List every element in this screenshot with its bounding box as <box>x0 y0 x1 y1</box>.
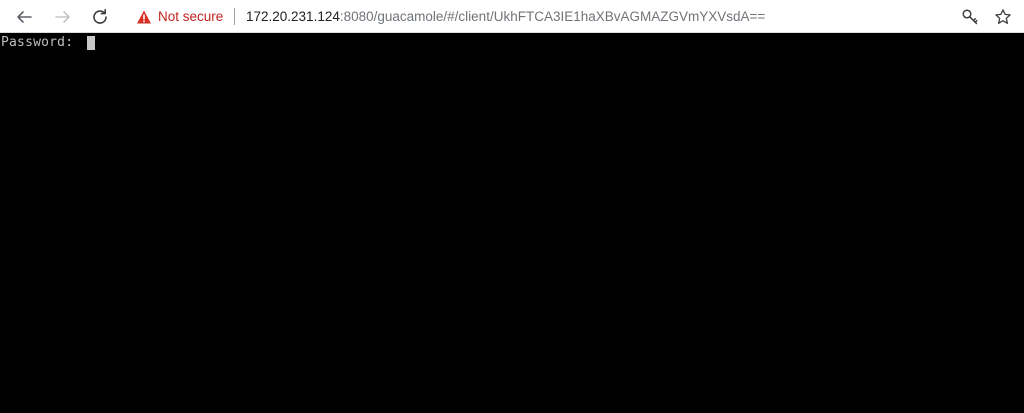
url-path: :8080/guacamole/#/client/UkhFTCA3IE1haXB… <box>339 9 766 24</box>
warning-triangle-icon[interactable] <box>136 9 152 25</box>
password-prompt: Password: <box>1 35 82 50</box>
url-separator <box>234 8 235 25</box>
star-icon[interactable] <box>994 8 1012 26</box>
back-button[interactable] <box>11 4 37 30</box>
browser-toolbar: Not secure 172.20.231.124:8080/guacamole… <box>0 0 1024 33</box>
text-cursor <box>87 36 95 50</box>
remote-terminal[interactable]: Password: <box>0 33 1024 413</box>
security-status-label[interactable]: Not secure <box>158 9 223 25</box>
forward-button[interactable] <box>50 4 76 30</box>
address-bar-url[interactable]: 172.20.231.124:8080/guacamole/#/client/U… <box>246 9 765 25</box>
key-icon[interactable] <box>961 8 979 26</box>
back-arrow-icon <box>17 11 32 23</box>
reload-button[interactable] <box>87 4 113 30</box>
url-host: 172.20.231.124 <box>246 9 340 24</box>
forward-arrow-icon <box>55 11 70 23</box>
reload-icon <box>93 9 107 24</box>
